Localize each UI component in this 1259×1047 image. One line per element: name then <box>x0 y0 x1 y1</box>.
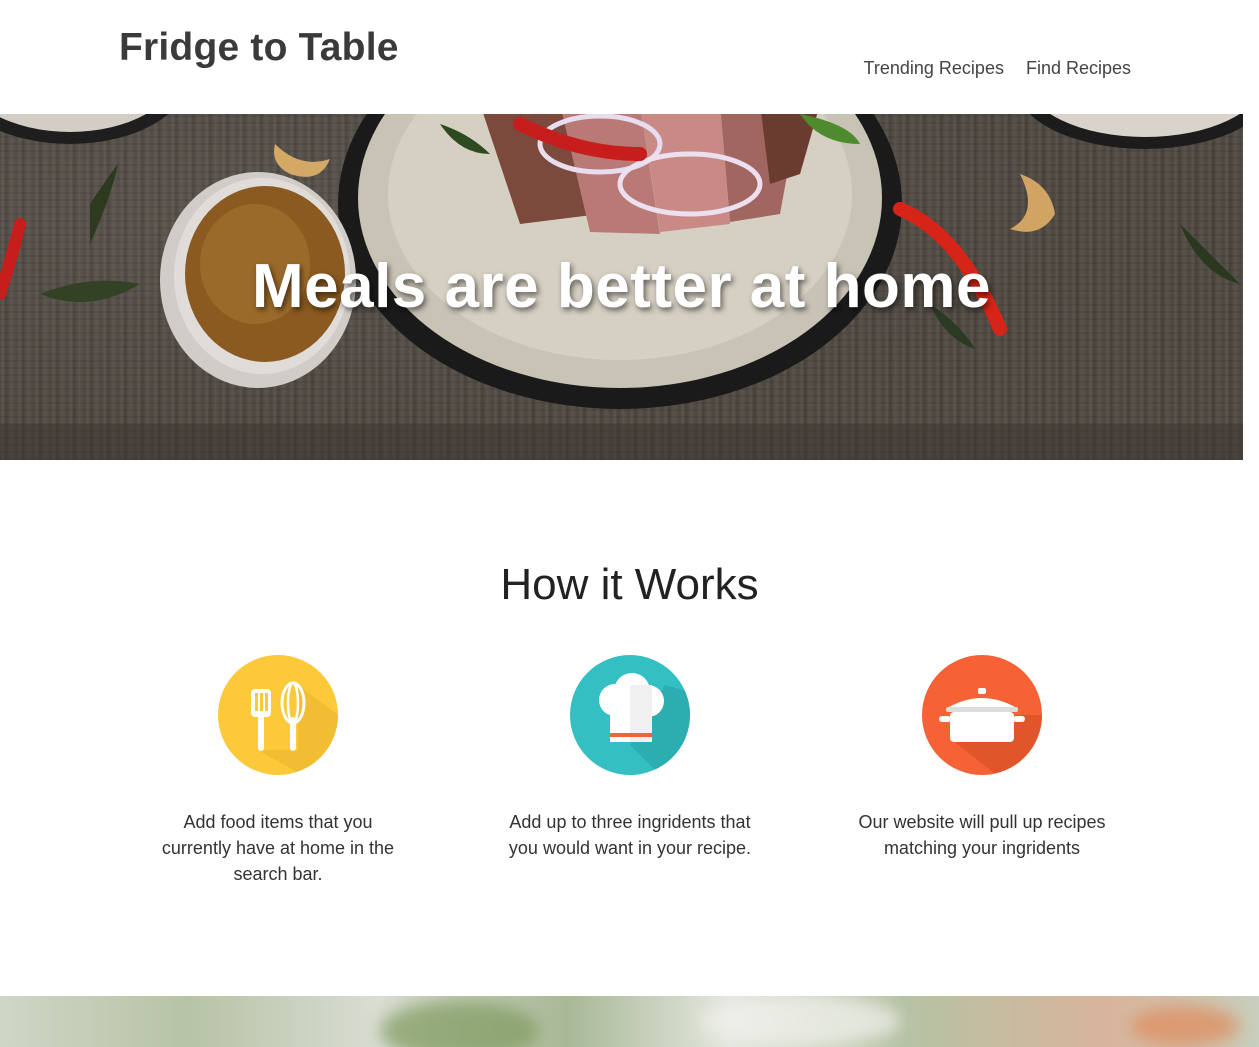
step-2: Add up to three ingridents that you woul… <box>500 655 760 861</box>
navbar: Fridge to Table Trending Recipes Find Re… <box>0 0 1259 114</box>
step-1: Add food items that you currently have a… <box>148 655 408 887</box>
brand-logo-link[interactable]: Fridge to Table <box>119 26 399 70</box>
nav-link-trending-recipes[interactable]: Trending Recipes <box>864 58 1004 79</box>
step-3: Our website will pull up recipes matchin… <box>852 655 1112 861</box>
chef-hat-icon <box>570 655 690 775</box>
hero-title: Meals are better at home <box>251 252 992 321</box>
hero-banner: Meals are better at home <box>0 114 1243 460</box>
nav-links: Trending Recipes Find Recipes <box>864 58 1131 79</box>
utensils-icon <box>218 655 338 775</box>
step-3-text: Our website will pull up recipes matchin… <box>858 812 1106 858</box>
cooking-pot-icon <box>922 655 1042 775</box>
step-2-text: Add up to three ingridents that you woul… <box>508 812 752 858</box>
how-it-works-title: How it Works <box>500 560 759 609</box>
nav-link-find-recipes[interactable]: Find Recipes <box>1026 58 1131 79</box>
bottom-section-image <box>0 996 1259 1047</box>
step-1-text: Add food items that you currently have a… <box>161 812 395 884</box>
